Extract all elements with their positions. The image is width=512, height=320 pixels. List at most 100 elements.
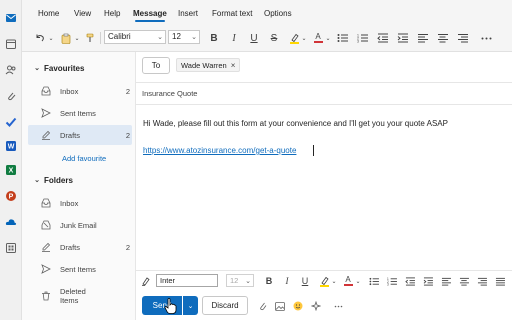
- underline-icon[interactable]: U: [300, 275, 310, 287]
- trash-icon: [40, 290, 52, 302]
- inbox-icon: [40, 197, 52, 209]
- bullets-icon[interactable]: [368, 275, 380, 287]
- font-color-icon[interactable]: A: [312, 32, 324, 44]
- favourite-item-drafts[interactable]: Drafts 2: [28, 125, 132, 145]
- emoji-icon[interactable]: [292, 301, 304, 311]
- svg-text:3: 3: [357, 40, 359, 44]
- onedrive-icon[interactable]: [5, 216, 17, 228]
- font-color-icon[interactable]: A: [342, 275, 354, 287]
- increase-indent-icon[interactable]: [422, 275, 434, 287]
- font-family-select[interactable]: Calibri ⌄: [104, 30, 166, 44]
- tab-format-text[interactable]: Format text: [212, 9, 252, 18]
- mail-icon[interactable]: [5, 12, 17, 24]
- format-painter-icon[interactable]: [84, 32, 96, 44]
- increase-indent-icon[interactable]: [396, 32, 408, 44]
- recipient-name: Wade Warren: [181, 60, 227, 70]
- align-left-icon[interactable]: [416, 32, 428, 44]
- favourite-item-inbox[interactable]: Inbox 2: [28, 81, 132, 101]
- tab-help[interactable]: Help: [104, 9, 120, 18]
- align-left-icon[interactable]: [440, 275, 452, 287]
- bold-icon[interactable]: B: [208, 32, 220, 44]
- discard-button[interactable]: Discard: [202, 296, 248, 315]
- paste-icon[interactable]: [60, 32, 72, 44]
- font-color-dropdown-icon[interactable]: ⌄: [355, 275, 361, 287]
- font-color-dropdown-icon[interactable]: ⌄: [325, 32, 331, 44]
- align-center-icon[interactable]: [458, 275, 470, 287]
- inbox-icon: [40, 85, 52, 97]
- tab-insert[interactable]: Insert: [178, 9, 198, 18]
- tab-home[interactable]: Home: [38, 9, 59, 18]
- decrease-indent-icon[interactable]: [404, 275, 416, 287]
- underline-icon[interactable]: U: [248, 32, 260, 44]
- numbering-icon[interactable]: 123: [356, 32, 368, 44]
- format-size-select[interactable]: 12 ⌄: [226, 274, 254, 287]
- more-actions-icon[interactable]: [332, 301, 344, 311]
- chevron-down-icon: ⌄: [157, 34, 163, 41]
- bullets-icon[interactable]: [336, 32, 348, 44]
- align-right-icon[interactable]: [456, 32, 468, 44]
- font-size-select[interactable]: 12 ⌄: [168, 30, 200, 44]
- italic-icon[interactable]: I: [228, 32, 240, 44]
- subject-field[interactable]: Insurance Quote: [142, 89, 197, 98]
- highlight-dropdown-icon[interactable]: ⌄: [301, 32, 307, 44]
- format-painter-icon[interactable]: [140, 275, 152, 287]
- highlight-dropdown-icon[interactable]: ⌄: [331, 275, 337, 287]
- apps-icon[interactable]: [5, 242, 17, 254]
- compose-pane: To Wade Warren × Insurance Quote Hi Wade…: [136, 52, 512, 320]
- close-icon[interactable]: ×: [231, 61, 236, 70]
- bold-icon[interactable]: B: [264, 275, 274, 287]
- more-options-icon[interactable]: [480, 32, 492, 44]
- format-font-select[interactable]: Inter: [156, 274, 218, 287]
- more-format-options-icon[interactable]: [494, 275, 506, 287]
- folder-pane: ⌄ Favourites Inbox 2 Sent Items Drafts 2…: [22, 52, 136, 320]
- message-body-text[interactable]: Hi Wade, please fill out this form at yo…: [143, 119, 448, 128]
- calendar-icon[interactable]: [5, 38, 17, 50]
- font-size-value: 12: [172, 32, 181, 41]
- favourite-item-sent-items[interactable]: Sent Items: [28, 103, 132, 123]
- folder-label: Deleted Items: [60, 287, 86, 305]
- folder-item-inbox[interactable]: Inbox: [28, 193, 132, 213]
- align-center-icon[interactable]: [436, 32, 448, 44]
- strikethrough-icon[interactable]: S: [268, 32, 280, 44]
- to-button[interactable]: To: [142, 57, 170, 74]
- powerpoint-icon[interactable]: P: [5, 190, 17, 202]
- tab-message[interactable]: Message: [133, 9, 167, 18]
- svg-text:P: P: [9, 194, 14, 201]
- folder-item-drafts[interactable]: Drafts 2: [28, 237, 132, 257]
- highlight-icon[interactable]: [288, 32, 300, 44]
- italic-icon[interactable]: I: [282, 275, 292, 287]
- tab-options[interactable]: Options: [264, 9, 292, 18]
- highlight-icon[interactable]: [318, 275, 330, 287]
- folder-label: Inbox: [60, 198, 79, 208]
- decrease-indent-icon[interactable]: [376, 32, 388, 44]
- tab-view[interactable]: View: [74, 9, 91, 18]
- image-icon[interactable]: [274, 301, 286, 311]
- paste-dropdown-icon[interactable]: ⌄: [73, 32, 81, 44]
- excel-icon[interactable]: X: [5, 164, 17, 176]
- folder-item-junk-email[interactable]: Junk Email: [28, 215, 132, 235]
- chevron-down-icon: ⌄: [245, 278, 251, 285]
- align-right-icon[interactable]: [476, 275, 488, 287]
- sparkle-icon[interactable]: [310, 301, 322, 311]
- svg-text:X: X: [9, 168, 14, 175]
- people-icon[interactable]: [5, 64, 17, 76]
- add-favourite-link[interactable]: Add favourite: [62, 154, 106, 163]
- favourites-header-label: Favourites: [44, 63, 85, 73]
- attach-icon[interactable]: [5, 90, 17, 102]
- favourites-header[interactable]: ⌄ Favourites: [22, 61, 84, 75]
- chevron-down-icon: ⌄: [187, 302, 194, 310]
- numbering-icon[interactable]: 123: [386, 275, 398, 287]
- folders-header[interactable]: ⌄ Folders: [22, 173, 73, 187]
- todo-icon[interactable]: [5, 116, 17, 128]
- attach-icon[interactable]: [256, 301, 268, 311]
- svg-text:W: W: [8, 144, 15, 151]
- undo-icon[interactable]: [34, 32, 46, 44]
- unread-count: 2: [125, 86, 130, 96]
- word-icon[interactable]: W: [5, 140, 17, 152]
- undo-dropdown-icon[interactable]: ⌄: [47, 32, 55, 44]
- recipient-chip[interactable]: Wade Warren ×: [176, 58, 241, 72]
- message-body-link[interactable]: https://www.atozinsurance.com/get-a-quot…: [143, 146, 296, 155]
- send-options-button[interactable]: ⌄: [183, 296, 198, 315]
- folder-item-deleted-items[interactable]: Deleted Items: [28, 284, 132, 308]
- folder-item-sent-items[interactable]: Sent Items: [28, 259, 132, 279]
